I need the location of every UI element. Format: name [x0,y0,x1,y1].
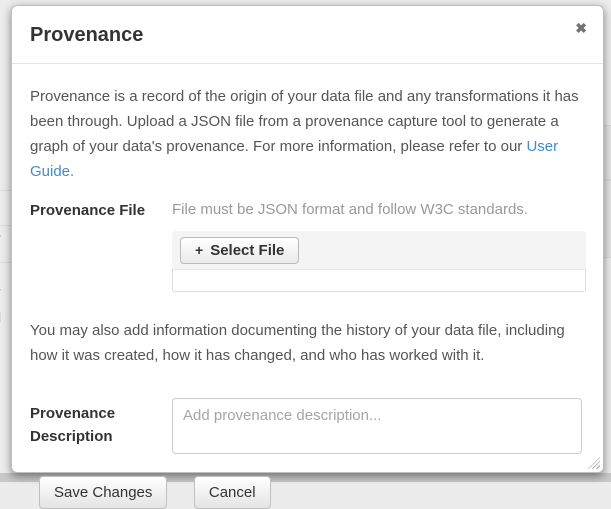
background-divider [0,225,11,226]
provenance-description-input[interactable] [172,398,582,454]
background-section [604,180,611,258]
selected-file-name-display [172,269,586,292]
provenance-file-row: Provenance File File must be JSON format… [30,199,586,318]
provenance-description-row: Provenance Description [30,398,586,459]
background-text-fragment: d [0,310,5,325]
provenance-file-column: File must be JSON format and follow W3C … [172,199,586,318]
background-page-right-strip [604,0,611,473]
background-divider [0,262,11,263]
file-format-help-text: File must be JSON format and follow W3C … [172,199,586,221]
background-page-left-strip: y 7 d [0,0,11,473]
modal-title: Provenance [30,21,587,49]
intro-paragraph: Provenance is a record of the origin of … [30,84,586,184]
file-upload-toolbar: + Select File [172,231,586,269]
file-upload-widget: + Select File [172,231,586,292]
modal-body: Provenance is a record of the origin of … [12,64,603,509]
background-divider [0,190,11,191]
modal-footer: Save Changes Cancel [30,459,586,509]
plus-icon: + [195,242,203,258]
provenance-description-column [172,398,586,459]
save-changes-button[interactable]: Save Changes [39,476,167,509]
provenance-file-label: Provenance File [30,199,172,318]
intro-text-end: . [70,163,74,180]
cancel-button[interactable]: Cancel [194,476,271,509]
intro-text: Provenance is a record of the origin of … [30,88,579,155]
select-file-button[interactable]: + Select File [180,237,299,264]
provenance-modal: Provenance ✖ Provenance is a record of t… [11,5,604,473]
description-intro-paragraph: You may also add information documenting… [30,318,586,368]
modal-header: Provenance ✖ [12,6,603,64]
background-text-fragment: y [0,230,5,245]
background-section [604,125,611,180]
background-text-fragment: 7 [0,286,5,301]
provenance-description-label: Provenance Description [30,398,172,459]
select-file-button-label: Select File [210,242,284,259]
close-icon[interactable]: ✖ [575,20,587,37]
